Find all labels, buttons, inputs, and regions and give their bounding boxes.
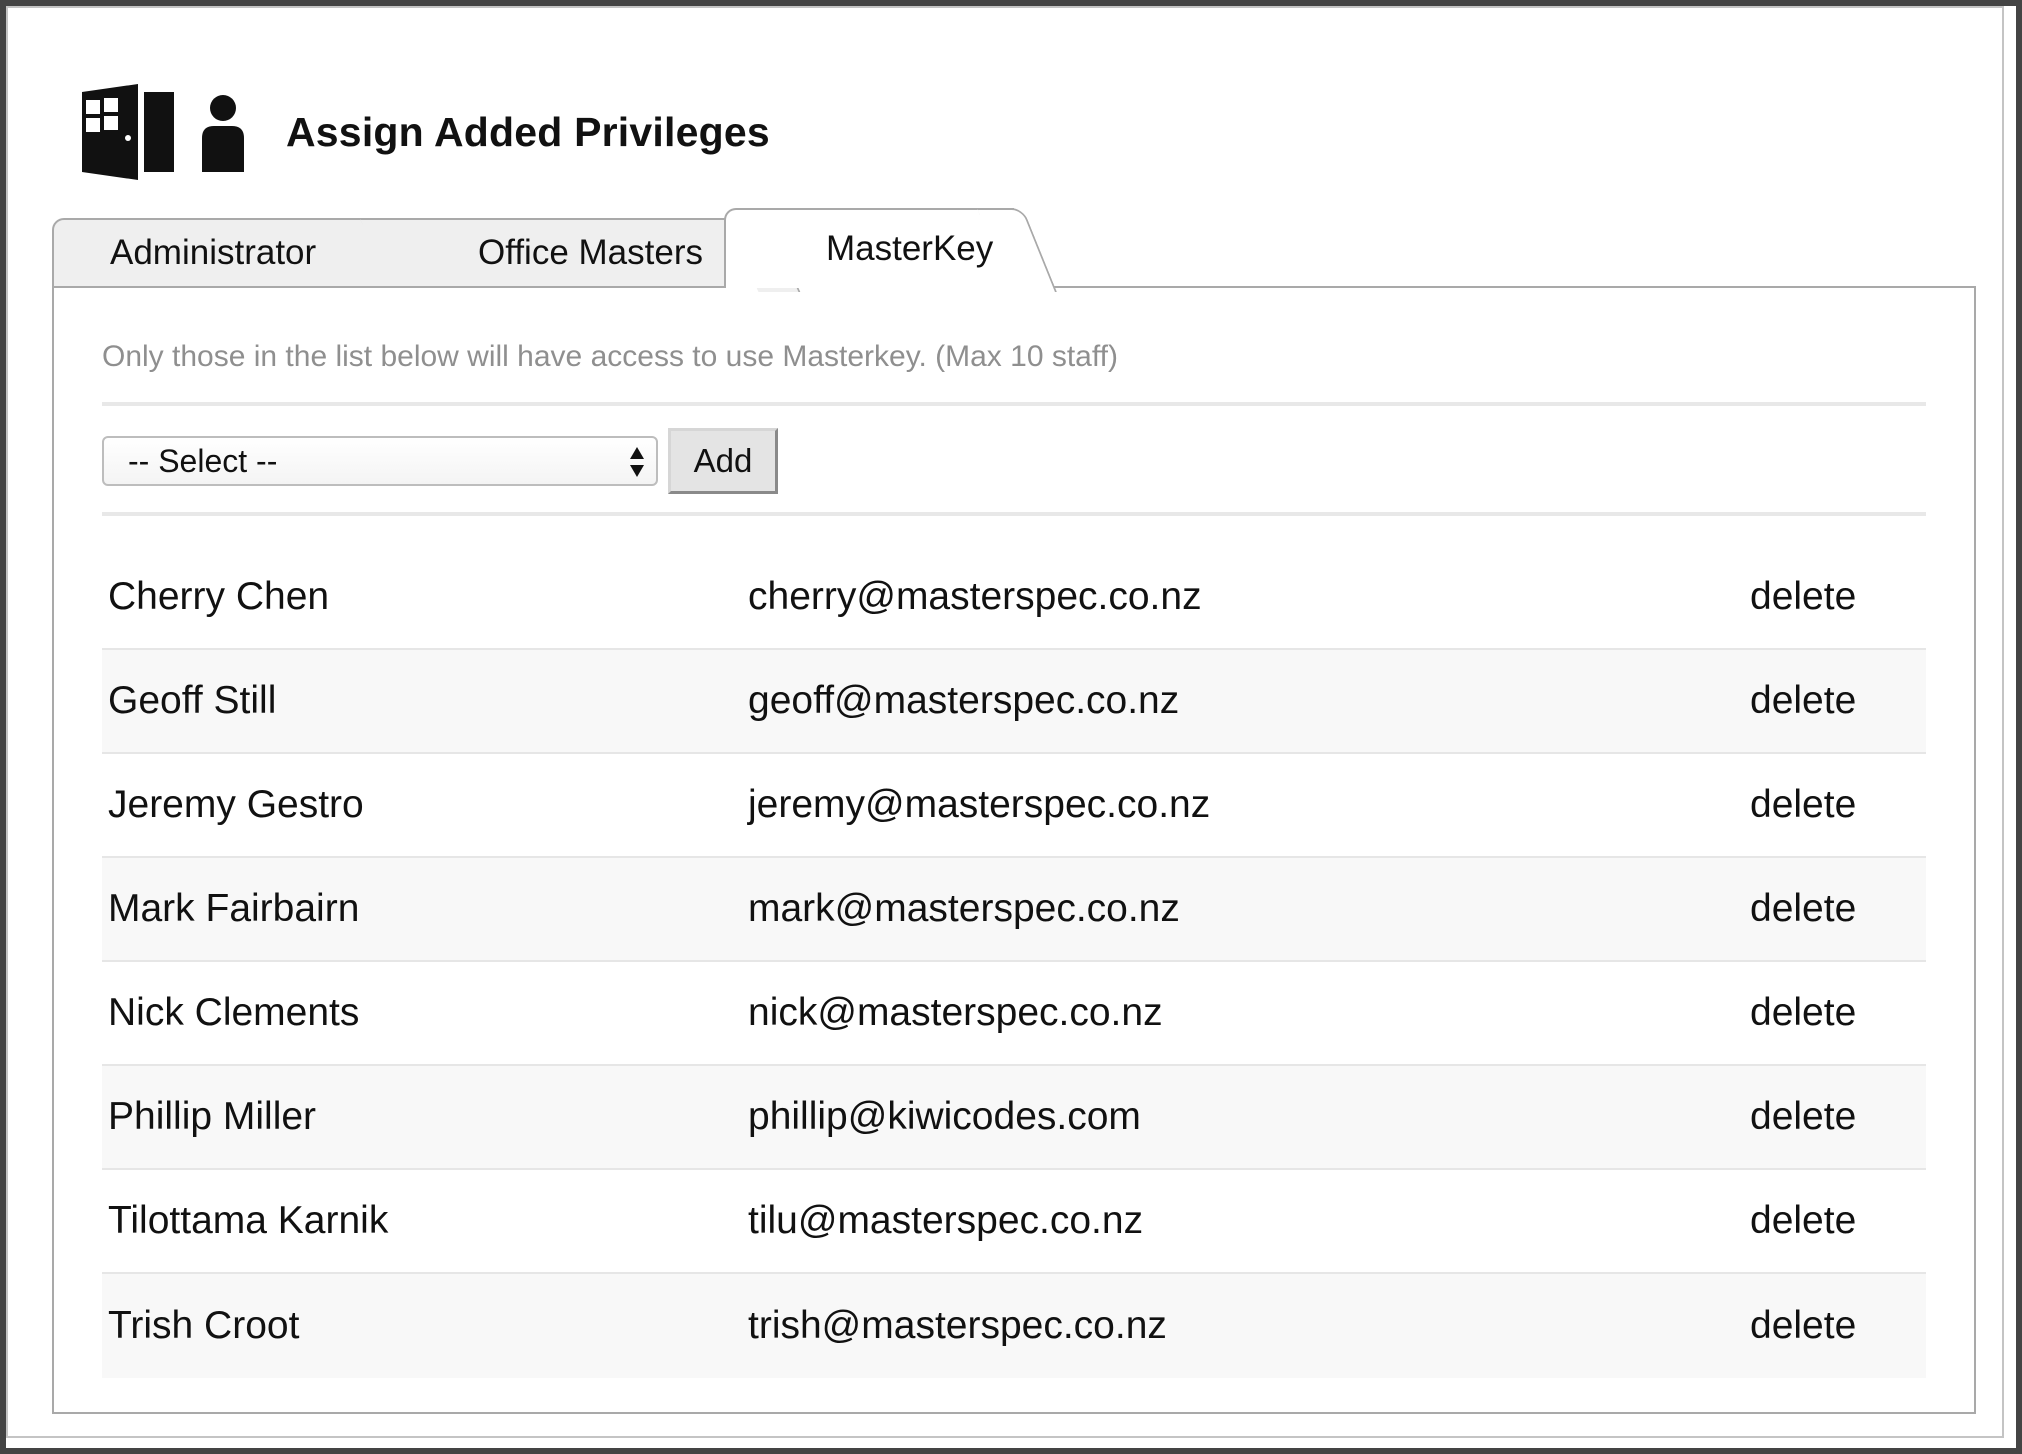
delete-link[interactable]: delete (1750, 783, 1856, 827)
info-text: Only those in the list below will have a… (102, 340, 1118, 373)
staff-name: Geoff Still (108, 679, 277, 722)
tab-label: MasterKey (826, 229, 994, 268)
staff-name: Trish Croot (108, 1304, 300, 1347)
staff-email: phillip@kiwicodes.com (748, 1095, 1141, 1138)
building-door-icon (82, 84, 174, 180)
tab-masterkey[interactable]: MasterKey (724, 208, 1014, 288)
staff-email: jeremy@masterspec.co.nz (748, 783, 1211, 826)
delete-link[interactable]: delete (1750, 575, 1856, 619)
table-row: Cherry Chen cherry@masterspec.co.nz dele… (102, 546, 1926, 650)
staff-email: tilu@masterspec.co.nz (748, 1199, 1144, 1242)
privilege-tabs: Administrator Office Masters MasterKey (52, 208, 1052, 288)
staff-select[interactable]: -- Select -- (102, 436, 658, 486)
table-row: Jeremy Gestro jeremy@masterspec.co.nz de… (102, 754, 1926, 858)
table-row: Mark Fairbairn mark@masterspec.co.nz del… (102, 858, 1926, 962)
staff-email: cherry@masterspec.co.nz (748, 575, 1202, 618)
staff-email: nick@masterspec.co.nz (748, 991, 1163, 1034)
table-row: Tilottama Karnik tilu@masterspec.co.nz d… (102, 1170, 1926, 1274)
tab-label: Administrator (110, 233, 317, 272)
tab-office-masters[interactable]: Office Masters (390, 218, 762, 288)
page-header: Assign Added Privileges (78, 72, 770, 192)
staff-list: Cherry Chen cherry@masterspec.co.nz dele… (102, 546, 1926, 1378)
staff-email: trish@masterspec.co.nz (748, 1304, 1167, 1347)
table-row: Nick Clements nick@masterspec.co.nz dele… (102, 962, 1926, 1066)
table-row: Trish Croot trish@masterspec.co.nz delet… (102, 1274, 1926, 1378)
page-title: Assign Added Privileges (286, 108, 770, 155)
staff-name: Mark Fairbairn (108, 887, 360, 930)
person-icon (202, 95, 244, 172)
staff-name: Phillip Miller (108, 1095, 317, 1138)
select-value: -- Select -- (128, 442, 278, 479)
table-row: Geoff Still geoff@masterspec.co.nz delet… (102, 650, 1926, 754)
divider (102, 402, 1926, 406)
divider (102, 512, 1926, 516)
staff-name: Jeremy Gestro (108, 783, 364, 826)
delete-link[interactable]: delete (1750, 1095, 1856, 1139)
masterkey-panel: Only those in the list below will have a… (52, 286, 1976, 1414)
delete-link[interactable]: delete (1750, 991, 1856, 1035)
select-arrows-icon (630, 447, 644, 477)
delete-link[interactable]: delete (1750, 679, 1856, 723)
inner-frame: Assign Added Privileges Administrator Of… (6, 6, 2004, 1438)
tab-label: Office Masters (478, 233, 703, 272)
delete-link[interactable]: delete (1750, 887, 1856, 931)
delete-link[interactable]: delete (1750, 1304, 1856, 1348)
add-button[interactable]: Add (668, 428, 778, 494)
staff-email: geoff@masterspec.co.nz (748, 679, 1180, 722)
staff-email: mark@masterspec.co.nz (748, 887, 1180, 930)
delete-link[interactable]: delete (1750, 1199, 1856, 1243)
staff-name: Cherry Chen (108, 575, 330, 618)
tab-administrator[interactable]: Administrator (52, 218, 392, 288)
staff-name: Tilottama Karnik (108, 1199, 389, 1242)
table-row: Phillip Miller phillip@kiwicodes.com del… (102, 1066, 1926, 1170)
staff-name: Nick Clements (108, 991, 360, 1034)
